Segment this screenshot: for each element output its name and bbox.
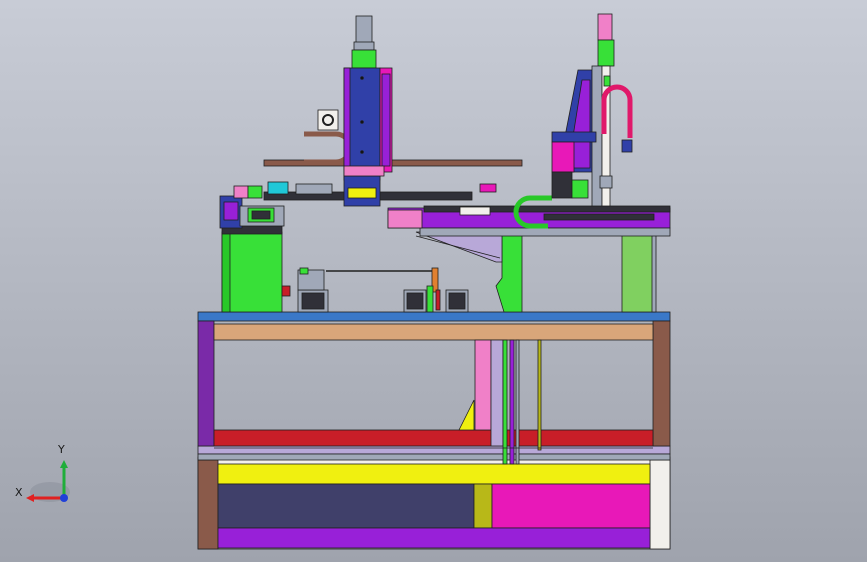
rail-white-tag: [459, 206, 491, 216]
green-rod: [502, 339, 508, 465]
column-bolt-3: [360, 150, 364, 154]
right-motor-1-face: [406, 292, 424, 310]
cad-viewport[interactable]: X Y: [0, 0, 867, 562]
green-carriage: [295, 183, 333, 195]
olive-panel: [473, 483, 493, 529]
cabinet-left-post-lower: [197, 459, 219, 550]
column-bolt-1: [360, 76, 364, 80]
magenta-tab: [479, 183, 497, 193]
small-green-tab: [603, 75, 611, 87]
sensor-box: [317, 109, 339, 131]
small-red-post: [435, 289, 441, 311]
left-bracket-violet: [223, 201, 239, 221]
frame-left-post: [197, 320, 215, 447]
purple-rod: [509, 339, 515, 465]
right-cabinet-post: [651, 231, 657, 313]
arch-cap: [621, 139, 633, 153]
right-motor-can: [597, 13, 613, 41]
left-motor-cap: [353, 41, 375, 51]
left-module-green-cap: [247, 185, 263, 199]
cabinet-right-post-lower: [649, 459, 671, 550]
wood-beam: [213, 323, 654, 341]
yellow-panel: [217, 463, 651, 485]
right-motor-coupler: [597, 39, 615, 67]
left-carriage-plate: [343, 165, 385, 177]
gold-rod: [537, 339, 542, 451]
right-rail-bottom: [419, 227, 671, 237]
center-motor-1-face: [301, 292, 325, 310]
right-head-tab: [599, 175, 613, 189]
mid-rail-bottom: [197, 453, 671, 461]
right-head-body: [551, 141, 575, 173]
left-motor-coupler: [351, 49, 377, 69]
right-head-block: [551, 131, 597, 143]
left-column-rail-inner: [381, 73, 391, 167]
lavender-column: [490, 339, 504, 447]
cyan-block: [267, 181, 289, 195]
center-green-tab: [299, 267, 309, 275]
triad-z-axis: [60, 494, 68, 502]
frame-top-plate: [197, 311, 671, 322]
left-enclosure-frame: [221, 231, 231, 313]
rail-dark-stripe: [543, 213, 655, 221]
assembly-drawing: [0, 0, 867, 562]
pink-column: [474, 339, 492, 431]
left-column-edge: [343, 67, 351, 181]
column-bolt-2: [360, 120, 364, 124]
mid-rail-top: [197, 445, 671, 455]
center-red-block: [281, 285, 291, 297]
left-motor-can: [355, 15, 373, 45]
upper-long-rail: [263, 159, 523, 167]
triad-y-label: Y: [58, 443, 65, 456]
navy-panel: [217, 483, 475, 529]
magenta-panel: [491, 483, 651, 529]
frame-right-post: [652, 320, 671, 447]
left-carriage-yellow: [347, 187, 377, 199]
right-head-green: [571, 179, 589, 199]
right-head-lower: [551, 171, 573, 199]
triad-x-label: X: [15, 486, 23, 499]
red-beam: [213, 429, 654, 447]
small-green-post: [426, 285, 434, 313]
violet-base-strip: [217, 527, 651, 549]
left-module-pink: [233, 185, 249, 199]
right-cabinet: [621, 231, 655, 313]
steel-rod-1: [515, 339, 520, 465]
rail-end-cap-left: [387, 209, 423, 229]
left-enclosure: [221, 231, 283, 313]
right-motor-2-face: [448, 292, 466, 310]
left-module-dark: [251, 210, 271, 220]
